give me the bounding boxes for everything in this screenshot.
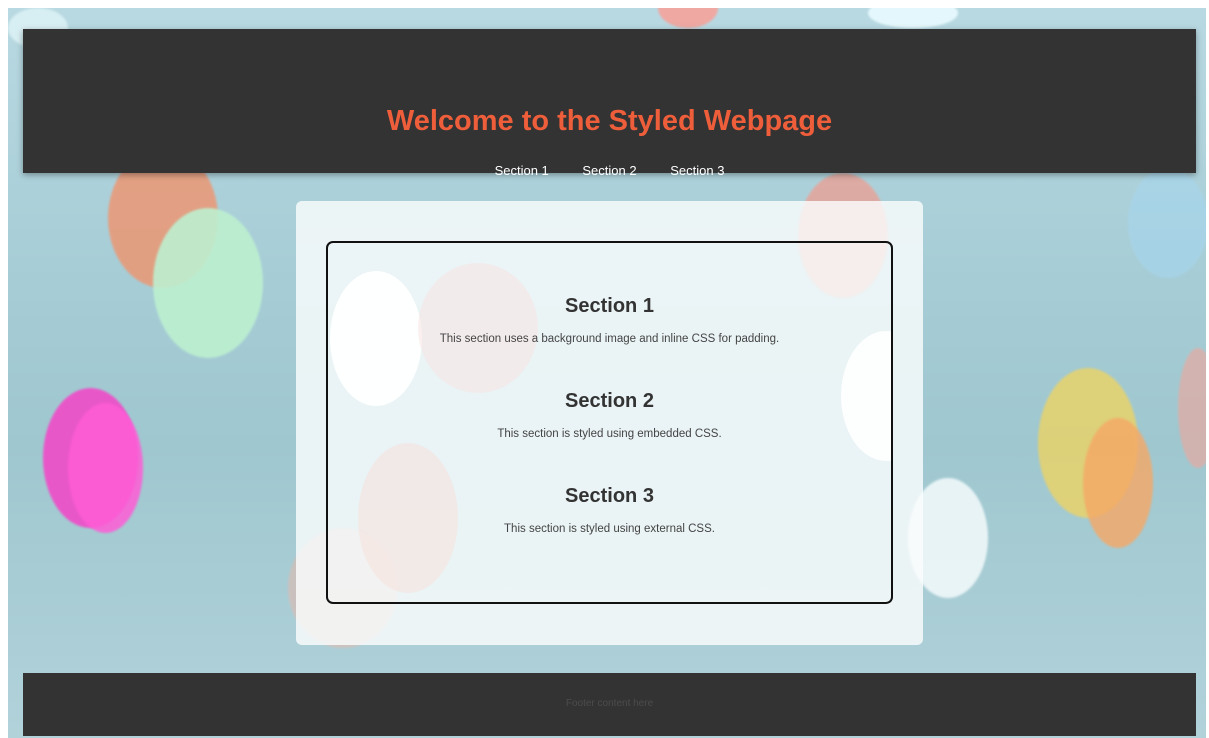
section-1-heading: Section 1: [565, 295, 654, 317]
nav-link-section-3[interactable]: Section 3: [670, 163, 724, 178]
section-2-heading: Section 2: [565, 390, 654, 412]
section-3-text: This section is styled using external CS…: [504, 523, 715, 535]
main-nav: Section 1 Section 2 Section 3: [23, 163, 1196, 178]
nav-link-section-1[interactable]: Section 1: [495, 163, 549, 178]
sections-container: Section 1 This section uses a background…: [326, 241, 893, 604]
section-3-heading: Section 3: [565, 485, 654, 507]
section-1-text: This section uses a background image and…: [439, 333, 780, 345]
site-footer: Footer content here: [23, 673, 1196, 736]
section-2-text: This section is styled using embedded CS…: [497, 428, 722, 440]
footer-text: Footer content here: [565, 698, 654, 709]
section-1: Section 1 This section uses a background…: [328, 293, 891, 347]
section-3: Section 3 This section is styled using e…: [328, 483, 891, 537]
section-2: Section 2 This section is styled using e…: [328, 388, 891, 442]
page-title: Welcome to the Styled Webpage: [386, 105, 833, 137]
site-header: Welcome to the Styled Webpage Section 1 …: [23, 29, 1196, 178]
nav-link-section-2[interactable]: Section 2: [582, 163, 636, 178]
